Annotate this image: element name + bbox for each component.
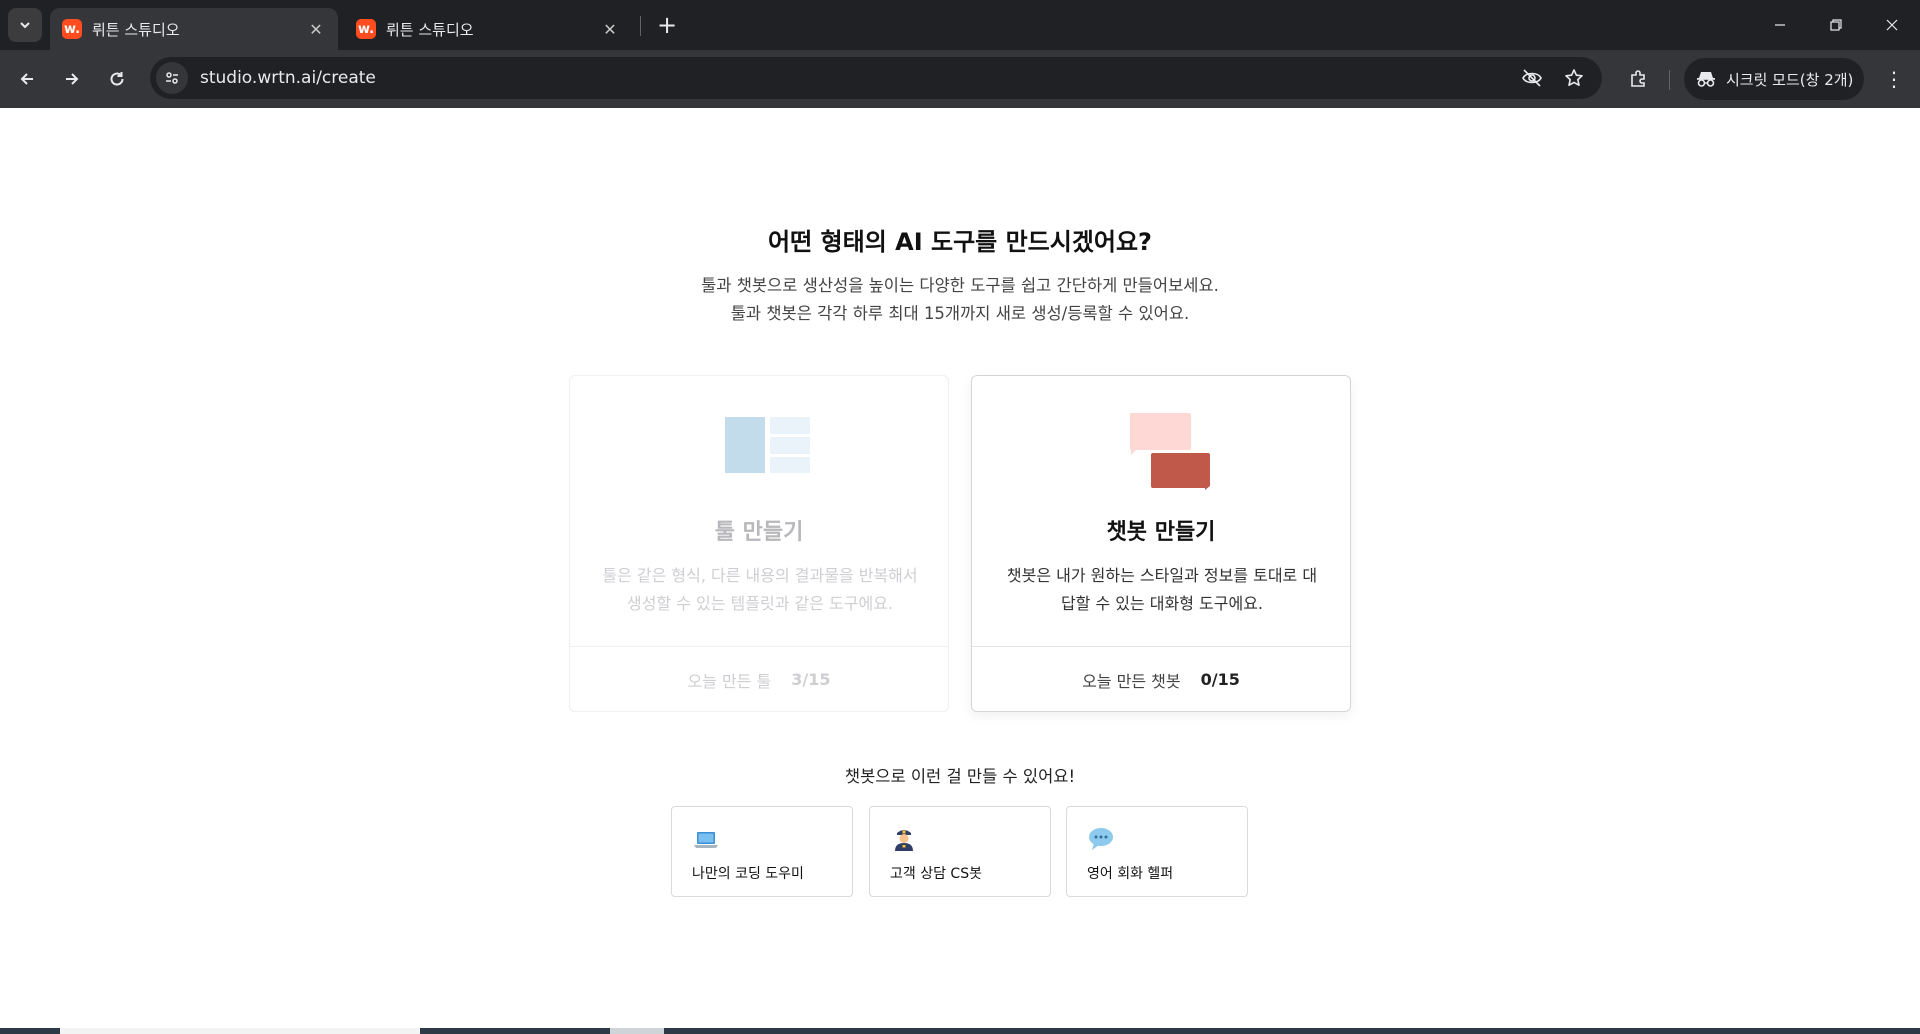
restore-icon[interactable] <box>1808 0 1864 50</box>
tune-icon[interactable] <box>156 62 188 94</box>
page-subtitle-line2: 툴과 챗봇은 각각 하루 최대 15개까지 새로 생성/등록할 수 있어요. <box>730 304 1190 323</box>
star-icon[interactable] <box>1558 62 1590 94</box>
tool-card-title: 툴 만들기 <box>714 520 804 545</box>
close-icon[interactable]: ✕ <box>600 19 620 39</box>
chatbot-count-label: 오늘 만든 챗봇 <box>1082 671 1181 691</box>
tool-layout-icon <box>725 417 810 473</box>
tool-card-footer: 오늘 만든 툴 3/15 <box>570 647 948 712</box>
example-label: 나만의 코딩 도우미 <box>692 866 804 882</box>
tab-wrtn-studio-active[interactable]: w. 뤼튼 스튜디오 ✕ <box>50 8 338 50</box>
tool-count-label: 오늘 만든 툴 <box>687 671 772 691</box>
example-english-helper-card[interactable]: 영어 회화 헬퍼 <box>1066 806 1248 897</box>
tool-card-description: 툴은 같은 형식, 다른 내용의 결과물을 반복해서 생성할 수 있는 템플릿과… <box>602 566 918 613</box>
browser-tab-strip: w. 뤼튼 스튜디오 ✕ w. 뤼튼 스튜디오 ✕ + <box>0 0 1920 50</box>
address-bar[interactable]: studio.wrtn.ai/create <box>150 57 1602 99</box>
tab-wrtn-studio[interactable]: w. 뤼튼 스튜디오 ✕ <box>344 8 632 50</box>
taskbar-item <box>60 1028 420 1034</box>
eye-off-icon[interactable] <box>1516 62 1548 94</box>
browser-toolbar: studio.wrtn.ai/create 시크릿 모드(창 2개) ⋮ <box>0 50 1920 108</box>
url-text: studio.wrtn.ai/create <box>200 68 376 88</box>
laptop-icon <box>694 832 718 848</box>
examples-title: 챗봇으로 이런 걸 만들 수 있어요! <box>844 767 1076 786</box>
tab-title: 뤼튼 스튜디오 <box>386 20 474 39</box>
create-page: 어떤 형태의 AI 도구를 만드시겠어요? 툴과 챗봇으로 생산성을 높이는 다… <box>0 108 1920 1034</box>
tab-search-button[interactable] <box>8 8 42 42</box>
chatbot-card-footer: 오늘 만든 챗봇 0/15 <box>972 647 1350 712</box>
plus-icon[interactable]: + <box>652 10 682 40</box>
page-subtitle-line1: 툴과 챗봇으로 생산성을 높이는 다양한 도구를 쉽고 간단하게 만들어보세요. <box>701 276 1219 295</box>
arrow-right-icon[interactable] <box>54 61 90 97</box>
create-chatbot-card[interactable]: 챗봇 만들기 챗봇은 내가 원하는 스타일과 정보를 토대로 대답할 수 있는 … <box>971 375 1351 712</box>
create-tool-card: 툴 만들기 툴은 같은 형식, 다른 내용의 결과물을 반복해서 생성할 수 있… <box>569 375 949 712</box>
minimize-icon[interactable] <box>1752 0 1808 50</box>
taskbar-item <box>610 1028 664 1034</box>
kebab-menu-icon[interactable]: ⋮ <box>1876 61 1912 97</box>
speech-balloon-icon <box>1089 828 1113 850</box>
tool-count-value: 3/15 <box>791 670 831 689</box>
incognito-icon <box>1697 72 1715 87</box>
police-officer-icon <box>895 830 913 851</box>
wrtn-favicon-icon: w. <box>356 19 376 39</box>
example-cs-bot-card[interactable]: 고객 상담 CS봇 <box>869 806 1051 897</box>
puzzle-icon[interactable] <box>1620 61 1656 97</box>
tab-separator <box>640 16 641 36</box>
arrow-left-icon[interactable] <box>9 61 45 97</box>
close-icon[interactable]: ✕ <box>306 19 326 39</box>
toolbar-separator <box>1669 70 1670 90</box>
chatbot-card-description: 챗봇은 내가 원하는 스타일과 정보를 토대로 대답할 수 있는 대화형 도구에… <box>1006 566 1318 613</box>
example-label: 고객 상담 CS봇 <box>890 866 982 882</box>
chatbot-card-title: 챗봇 만들기 <box>1106 520 1216 545</box>
incognito-indicator[interactable]: 시크릿 모드(창 2개) <box>1684 58 1864 100</box>
incognito-label: 시크릿 모드(창 2개) <box>1726 70 1854 89</box>
chevron-down-icon <box>20 22 30 29</box>
example-label: 영어 회화 헬퍼 <box>1087 866 1174 882</box>
reload-icon[interactable] <box>99 61 135 97</box>
page-title: 어떤 형태의 AI 도구를 만드시겠어요? <box>768 228 1152 256</box>
window-close-icon[interactable] <box>1864 0 1920 50</box>
tab-title: 뤼튼 스튜디오 <box>92 20 180 39</box>
taskbar-strip <box>0 1028 1920 1034</box>
chatbot-count-value: 0/15 <box>1200 670 1240 689</box>
chat-bubbles-icon <box>1130 413 1210 490</box>
example-coding-helper-card[interactable]: 나만의 코딩 도우미 <box>671 806 853 897</box>
wrtn-favicon-icon: w. <box>62 19 82 39</box>
